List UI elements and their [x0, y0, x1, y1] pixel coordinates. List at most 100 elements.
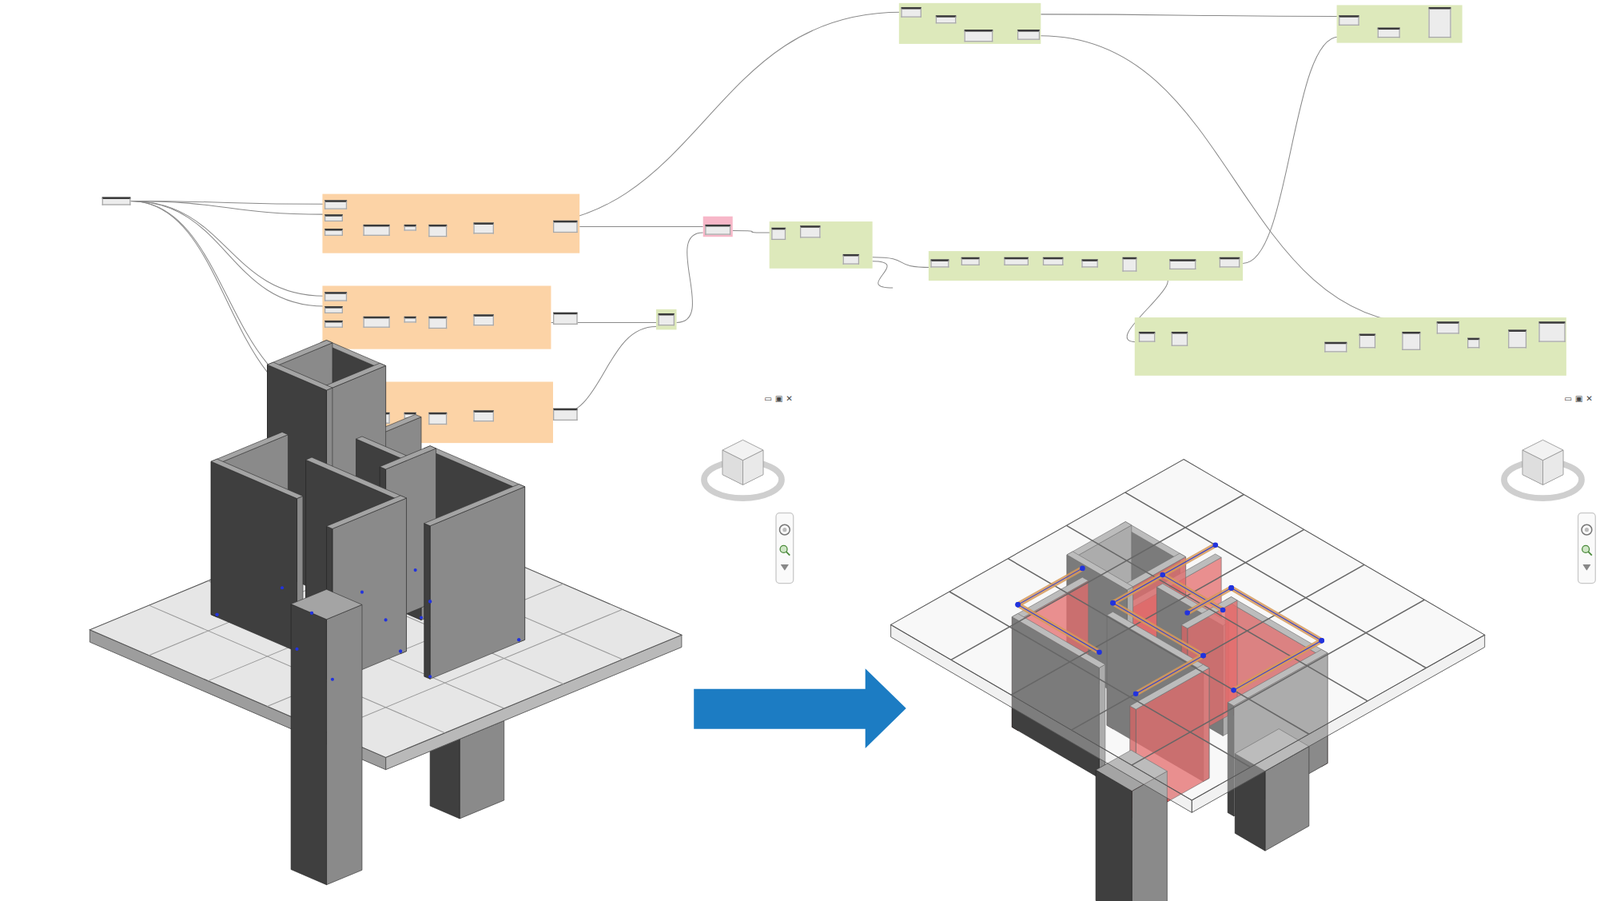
graph-node[interactable]: [658, 313, 675, 326]
graph-node[interactable]: [1003, 257, 1029, 266]
node-group[interactable]: [322, 286, 551, 350]
wire[interactable]: [676, 232, 704, 323]
graph-node[interactable]: [473, 222, 494, 234]
node-group[interactable]: [928, 250, 1243, 281]
graph-node[interactable]: [553, 312, 578, 325]
node-point: [310, 568, 418, 615]
view-controls: ▭▣✕: [1563, 394, 1594, 405]
graph-node[interactable]: [1467, 338, 1480, 349]
input-node[interactable]: [102, 196, 132, 205]
view-control-button[interactable]: ▭: [1563, 394, 1573, 405]
graph-node[interactable]: [363, 316, 391, 328]
graph-node[interactable]: [800, 225, 821, 238]
view-control-button[interactable]: ✕: [784, 394, 794, 405]
wire[interactable]: [1242, 36, 1339, 263]
slab-joint: [1010, 525, 1368, 701]
wire[interactable]: [579, 226, 703, 227]
wall: [424, 484, 526, 680]
navigation-bar[interactable]: [775, 512, 794, 584]
graph-node[interactable]: [1017, 29, 1040, 40]
graph-node[interactable]: [1138, 331, 1155, 343]
graph-node[interactable]: [404, 316, 417, 323]
graph-node[interactable]: [1338, 15, 1360, 26]
steering-wheel-icon[interactable]: [778, 523, 791, 536]
graph-node[interactable]: [1428, 7, 1452, 38]
navigation-bar[interactable]: [1577, 512, 1597, 584]
node-group[interactable]: [322, 194, 580, 254]
graph-node[interactable]: [428, 412, 447, 425]
graph-node[interactable]: [1377, 27, 1401, 38]
wire[interactable]: [130, 201, 325, 297]
graph-node[interactable]: [1508, 329, 1527, 348]
graph-node[interactable]: [324, 291, 347, 301]
arrow-icon: [693, 668, 907, 749]
graph-node[interactable]: [930, 258, 949, 267]
beam: [1135, 655, 1203, 694]
beam: [1018, 568, 1083, 605]
graph-node[interactable]: [553, 408, 578, 421]
graph-node[interactable]: [1169, 258, 1196, 270]
graph-node[interactable]: [935, 15, 957, 24]
graph-node[interactable]: [1401, 331, 1421, 351]
wire[interactable]: [553, 326, 657, 417]
graph-node[interactable]: [324, 199, 347, 209]
graph-node[interactable]: [1219, 257, 1241, 268]
node-group[interactable]: [1134, 317, 1567, 376]
menu-icon[interactable]: [1582, 564, 1591, 571]
graph-node[interactable]: [1359, 334, 1376, 349]
node-group[interactable]: [899, 3, 1041, 44]
wall: [290, 589, 363, 885]
zoom-icon[interactable]: [1580, 544, 1593, 557]
beam: [1231, 587, 1322, 641]
graph-node[interactable]: [1122, 257, 1137, 272]
graph-node[interactable]: [843, 254, 860, 265]
steering-wheel-icon[interactable]: [1580, 523, 1593, 536]
wire[interactable]: [1040, 14, 1339, 17]
view-control-button[interactable]: ▣: [1574, 394, 1585, 405]
node-group[interactable]: [769, 221, 873, 269]
graph-node[interactable]: [324, 320, 343, 328]
graph-node[interactable]: [704, 224, 731, 235]
beam: [1233, 640, 1322, 690]
view-cube-icon[interactable]: [1504, 439, 1582, 498]
graph-node[interactable]: [428, 224, 447, 237]
graph-node[interactable]: [964, 29, 994, 42]
view-cube-icon[interactable]: [704, 439, 782, 498]
menu-icon[interactable]: [780, 564, 789, 571]
node-point: [310, 611, 402, 653]
graph-node[interactable]: [473, 314, 494, 326]
wire[interactable]: [872, 261, 894, 288]
graph-node[interactable]: [428, 316, 447, 329]
graph-node[interactable]: [324, 306, 343, 314]
graph-node[interactable]: [1436, 321, 1460, 334]
graph-node[interactable]: [771, 227, 786, 240]
model-views: [0, 0, 1600, 901]
zoom-icon[interactable]: [778, 544, 791, 557]
wire[interactable]: [130, 201, 325, 307]
view-control-button[interactable]: ▭: [763, 394, 773, 405]
node-point: [330, 649, 402, 681]
graph-node[interactable]: [1081, 258, 1098, 267]
node-group[interactable]: [1337, 4, 1463, 43]
analytical-model[interactable]: [891, 459, 1485, 901]
graph-node[interactable]: [1171, 331, 1188, 347]
node-point: [1110, 600, 1206, 659]
wire[interactable]: [1040, 35, 1429, 325]
graph-node[interactable]: [473, 409, 494, 422]
graph-node[interactable]: [553, 220, 578, 233]
physical-model[interactable]: [89, 340, 682, 885]
graph-node[interactable]: [1538, 321, 1565, 343]
view-control-button[interactable]: ▣: [774, 394, 785, 405]
graph-node[interactable]: [900, 7, 922, 18]
graph-node[interactable]: [324, 214, 343, 222]
graph-node[interactable]: [1042, 257, 1064, 266]
graph-node[interactable]: [404, 224, 417, 231]
graph-node[interactable]: [1324, 342, 1347, 353]
node-group[interactable]: [703, 216, 733, 238]
graph-node[interactable]: [363, 224, 391, 236]
graph-node[interactable]: [324, 228, 343, 236]
graph-node[interactable]: [961, 257, 980, 266]
view-control-button[interactable]: ✕: [1584, 394, 1594, 405]
wire[interactable]: [732, 230, 773, 234]
node-group[interactable]: [656, 309, 677, 331]
